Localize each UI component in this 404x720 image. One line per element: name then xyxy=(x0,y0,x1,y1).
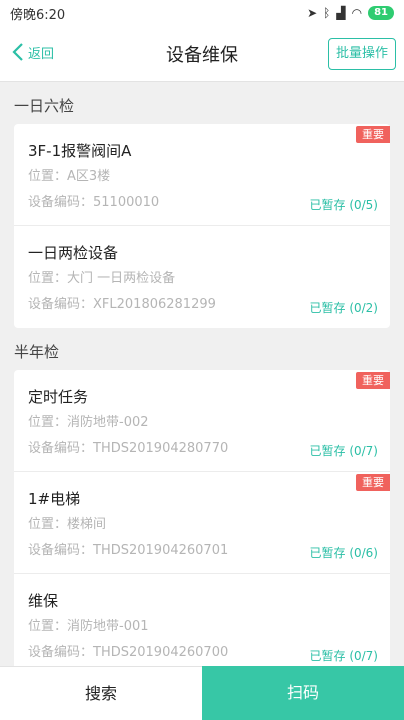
back-label: 返回 xyxy=(28,46,55,62)
task-list[interactable]: 一日六检 3F-1报警阀间A 位置：A区3楼 设备编码：51100010 重要 已暂存 (… xyxy=(0,82,404,666)
list-item[interactable]: 3F-1报警阀间A 位置：A区3楼设备编码：51100010 重要已暂存 (0/5) xyxy=(14,124,390,226)
status-badge: 已暂存 (0/5) xyxy=(309,198,379,212)
code-value: 51100010 xyxy=(93,195,160,210)
list-item[interactable]: 维保位置：消防地带-001 设备编码：THDS201904260700 已暂存 (0… xyxy=(14,574,390,666)
bottom-bar: 搜索 扫码 xyxy=(0,666,404,720)
batch-operation-button[interactable]: 批量操作 xyxy=(327,38,396,70)
group-title: 半年检 xyxy=(14,343,60,361)
status-badge: 已暂存 (0/6) xyxy=(309,546,379,560)
group-title: 一日六检 xyxy=(14,97,75,115)
item-name: 维保 xyxy=(28,592,59,610)
item-location: 位置：消防地带-001 xyxy=(28,614,376,640)
location-value: 消防地带-001 xyxy=(67,619,149,634)
item-location: 位置：消防地带-002 xyxy=(28,410,376,436)
list-item[interactable]: 一日两检设备 位置：大门 一日两检设备 设备编码：XFL201806281299 已暂… xyxy=(14,226,390,328)
location-value: 大门 一日两检设备 xyxy=(67,271,176,286)
groups-container: 一日六检 3F-1报警阀间A 位置：A区3楼 设备编码：51100010 重要 已暂存 (… xyxy=(0,82,404,666)
back-button[interactable]: 返回 xyxy=(12,42,54,62)
status-bar: 傍晚6:20 ➤ ᛒ ▟ ◠ 81 xyxy=(0,0,404,26)
status-icons: ➤ ᛒ ▟ ◠ 81 xyxy=(307,6,394,20)
code-value: THDS201904260701 xyxy=(93,543,229,558)
code-prefix: 设备编码： xyxy=(28,543,94,558)
location-prefix: 位置： xyxy=(28,517,68,532)
code-prefix: 设备编码： xyxy=(28,195,94,210)
item-name: 一日两检设备 xyxy=(28,244,119,262)
important-badge: 重要 xyxy=(356,372,390,389)
status-badge: 已暂存 (0/2) xyxy=(309,301,379,315)
list-item[interactable]: 定时任务位置：消防地带-002 设备编码：THDS201904280770 重要已暂… xyxy=(14,370,390,472)
important-badge: 重要 xyxy=(356,126,390,143)
location-value: 楼梯间 xyxy=(67,517,107,532)
nav-bar: 返回 设备维保 批量操作 xyxy=(0,26,404,82)
code-value: THDS201904260700 xyxy=(93,645,229,660)
chevron-left-icon xyxy=(12,43,23,61)
code-value: THDS201904280770 xyxy=(93,441,229,456)
scan-button[interactable]: 扫码 xyxy=(202,666,404,720)
location-prefix: 位置： xyxy=(28,619,68,634)
code-value: XFL201806281299 xyxy=(93,297,216,312)
location-icon: ➤ xyxy=(307,6,318,20)
important-badge: 重要 xyxy=(356,474,390,491)
item-name: 定时任务 xyxy=(28,388,89,406)
item-name: 1#电梯 xyxy=(28,490,81,508)
bluetooth-icon: ᛒ xyxy=(323,6,331,20)
code-prefix: 设备编码： xyxy=(28,297,94,312)
code-prefix: 设备编码： xyxy=(28,645,94,660)
group-card: 定时任务 位置：消防地带-002 设备编码：THDS201904280770 重要 已暂… xyxy=(14,370,390,666)
search-button[interactable]: 搜索 xyxy=(0,666,202,720)
location-prefix: 位置： xyxy=(28,271,68,286)
item-location: 位置：A区3楼 xyxy=(28,164,376,190)
wifi-icon: ◠ xyxy=(351,6,363,20)
location-prefix: 位置： xyxy=(28,415,68,430)
location-value: A区3楼 xyxy=(67,169,111,184)
list-item[interactable]: 1#电梯位置：楼梯间设备编码：THDS201904260701 重要已暂存 (0/… xyxy=(14,472,390,574)
group-card: 3F-1报警阀间A 位置：A区3楼 设备编码：51100010 重要 已暂存 (0/5)… xyxy=(14,124,390,328)
location-value: 消防地带-002 xyxy=(67,415,149,430)
battery-icon: 81 xyxy=(368,6,394,20)
status-badge: 已暂存 (0/7) xyxy=(309,444,379,458)
item-location: 位置：大门 一日两检设备 xyxy=(28,266,376,292)
status-time: 傍晚6:20 xyxy=(10,7,66,23)
location-prefix: 位置： xyxy=(28,169,68,184)
code-prefix: 设备编码： xyxy=(28,441,94,456)
status-badge: 已暂存 (0/7) xyxy=(309,649,379,663)
signal-icon: ▟ xyxy=(336,6,346,20)
item-name: 3F-1报警阀间A xyxy=(28,142,132,160)
item-location: 位置：楼梯间 xyxy=(28,512,376,538)
